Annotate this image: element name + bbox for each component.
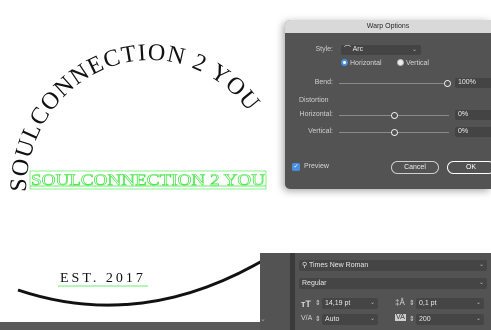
kerning-field[interactable]: Auto ⌄ <box>322 314 378 325</box>
warp-options-dialog: Warp Options Style: ⌒ Arc ⌄ Horizontal V… <box>285 20 491 189</box>
canvas-scrollbar[interactable] <box>0 322 260 330</box>
cancel-button[interactable]: Cancel <box>391 161 439 174</box>
ok-button[interactable]: OK <box>447 161 491 174</box>
screenshot-gap <box>0 207 491 253</box>
bend-value-field[interactable]: 100% <box>455 78 491 88</box>
bottom-screenshot-panel: EST. 2017 ⌄ ⚲ Times New Roman ⌄ Regular … <box>0 253 491 330</box>
style-row: Style: ⌒ Arc ⌄ <box>285 44 491 56</box>
font-style-field[interactable]: Regular ⌄ <box>299 278 487 289</box>
font-family-field[interactable]: ⚲ Times New Roman ⌄ <box>299 260 487 271</box>
leading-field[interactable]: 0,1 pt ⌄ <box>416 298 484 309</box>
dialog-title: Warp Options <box>285 20 491 33</box>
kerning-value: Auto <box>325 316 340 323</box>
preview-label: Preview <box>304 163 329 170</box>
vertical-distortion-label: Vertical: <box>308 128 333 135</box>
bend-slider-track[interactable] <box>339 83 449 84</box>
flat-text[interactable]: SOULCONNECTION 2 YOU <box>31 172 266 190</box>
kerning-icon: V/A <box>301 315 313 322</box>
chevron-down-icon: ⌄ <box>478 262 484 268</box>
panel-gutter: ⌄ <box>260 253 290 330</box>
style-label: Style: <box>315 46 333 53</box>
font-size-field[interactable]: 14,19 pt ⌄ <box>322 298 378 309</box>
vertical-distortion-row: Vertical: 0% <box>285 126 491 138</box>
font-family-value: Times New Roman <box>308 262 369 269</box>
tracking-icon: VA <box>395 314 406 321</box>
horizontal-slider-knob[interactable] <box>391 112 398 119</box>
vertical-value-field[interactable]: 0% <box>455 127 491 137</box>
chevron-down-icon: ⌄ <box>369 300 375 306</box>
arc-style-icon: ⌒ <box>344 46 351 53</box>
search-icon: ⚲ <box>302 262 308 269</box>
stepper-icon[interactable]: ⇕ <box>409 299 415 307</box>
chevron-down-icon[interactable]: ⌄ <box>260 315 266 323</box>
horizontal-radio[interactable]: Horizontal <box>341 58 382 70</box>
est-text[interactable]: EST. 2017 <box>60 271 146 286</box>
vertical-radio-label: Vertical <box>406 60 429 67</box>
font-style-value: Regular <box>302 280 327 287</box>
radio-selected-icon <box>341 59 348 66</box>
bend-slider-knob[interactable] <box>444 80 451 87</box>
chevron-down-icon: ⌄ <box>475 300 481 306</box>
orientation-row: Horizontal Vertical <box>285 58 491 70</box>
chevron-down-icon: ⌄ <box>475 316 481 322</box>
font-size-icon: тT <box>301 299 311 309</box>
top-screenshot-panel: SOULCONNECTION 2 YOU SOULCONNECTION 2 YO… <box>0 0 491 207</box>
stepper-icon[interactable]: ⇕ <box>315 299 321 307</box>
leading-icon: ‡Â <box>395 298 405 307</box>
horizontal-distortion-label: Horizontal: <box>299 111 333 118</box>
stepper-icon[interactable]: ⇕ <box>409 315 415 323</box>
style-value: Arc <box>352 46 364 53</box>
horizontal-value-field[interactable]: 0% <box>455 110 491 120</box>
tracking-field[interactable]: 200 ⌄ <box>416 314 484 325</box>
font-size-value: 14,19 pt <box>325 300 351 307</box>
chevron-down-icon: ⌄ <box>478 280 484 286</box>
stepper-icon[interactable]: ⇕ <box>315 315 321 323</box>
bend-label: Bend: <box>314 79 333 86</box>
vertical-radio[interactable]: Vertical <box>397 58 429 70</box>
chevron-down-icon: ⌄ <box>369 316 375 322</box>
horizontal-distortion-row: Horizontal: 0% <box>285 109 491 121</box>
arc-text[interactable]: SOULCONNECTION 2 YOU <box>6 40 265 193</box>
vertical-slider-knob[interactable] <box>391 129 398 136</box>
horizontal-radio-label: Horizontal <box>350 60 382 67</box>
distortion-section-label: Distortion <box>299 97 329 104</box>
radio-unselected-icon <box>397 59 404 66</box>
tracking-value: 200 <box>419 316 431 323</box>
style-select[interactable]: ⌒ Arc ⌄ <box>341 45 421 55</box>
bend-row: Bend: 100% <box>285 77 491 89</box>
character-panel: ⚲ Times New Roman ⌄ Regular ⌄ тT ⇕ 14,19… <box>295 253 491 330</box>
chevron-down-icon: ⌄ <box>411 47 417 53</box>
preview-checkbox[interactable]: ✓ <box>292 163 300 171</box>
leading-value: 0,1 pt <box>419 300 437 307</box>
